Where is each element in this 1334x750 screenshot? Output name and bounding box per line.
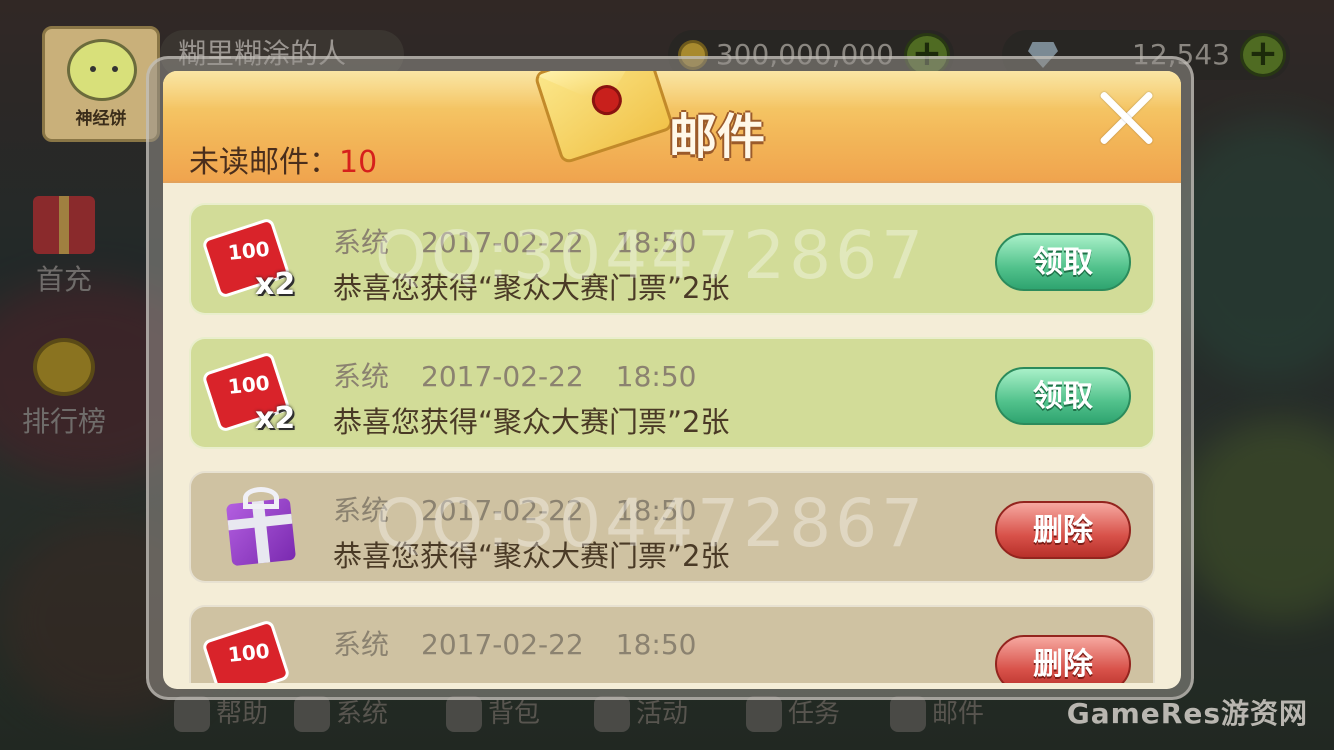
mail-item[interactable]: 100 系统 2017-02-22 18:50 删除 (189, 605, 1155, 683)
ticket-icon: 100 x2 (201, 351, 313, 437)
mail-content: 恭喜您获得“聚众大赛门票”2张 (333, 539, 730, 573)
ticket-icon: 100 (201, 619, 313, 683)
mail-time: 18:50 (615, 226, 697, 259)
mail-sender: 系统 (333, 628, 390, 661)
ticket-icon: 100 x2 (201, 217, 313, 303)
mail-list[interactable]: 100 x2 系统 2017-02-22 18:50 恭喜您获得“聚众大赛门票”2张… (189, 203, 1155, 683)
delete-button[interactable]: 删除 (995, 635, 1131, 683)
first-recharge-label: 首充 (35, 263, 92, 296)
ticket-multiplier: x2 (255, 401, 296, 436)
mail-sender: 系统 (333, 494, 390, 527)
ticket-multiplier: x2 (255, 267, 296, 302)
dialog-title: 邮件 (669, 109, 766, 165)
bag-icon (446, 696, 482, 732)
mail-time: 18:50 (615, 494, 697, 527)
mail-meta: 系统 2017-02-22 18:50 (333, 355, 728, 395)
mail-time: 18:50 (615, 628, 697, 661)
task-icon (746, 696, 782, 732)
envelope-icon (533, 71, 675, 165)
help-icon (174, 696, 210, 732)
mail-item[interactable]: 100 x2 系统 2017-02-22 18:50 恭喜您获得“聚众大赛门票”2张… (189, 203, 1155, 315)
mail-date: 2017-02-22 (421, 628, 584, 661)
mail-dialog: 未读邮件：10 邮件 100 x2 系统 2017-02-22 18:50 恭喜您获… (146, 56, 1194, 700)
gear-icon (294, 696, 330, 732)
player-avatar[interactable]: 神经饼 (42, 26, 160, 142)
medal-icon (33, 338, 95, 396)
claim-button[interactable]: 领取 (995, 367, 1131, 425)
leaderboard-button[interactable]: 排行榜 (14, 338, 114, 440)
unread-label: 未读邮件： (189, 145, 339, 180)
ticket-badge: 100 (226, 236, 271, 265)
mail-icon (890, 696, 926, 732)
mail-date: 2017-02-22 (421, 226, 584, 259)
mail-content: 恭喜您获得“聚众大赛门票”2张 (333, 271, 730, 305)
gift-icon (33, 196, 95, 254)
close-icon[interactable] (1095, 87, 1157, 149)
mail-sender: 系统 (333, 360, 390, 393)
wax-seal-icon (587, 81, 626, 119)
ticket-badge: 100 (226, 370, 271, 399)
first-recharge-button[interactable]: 首充 (14, 196, 114, 298)
mail-meta: 系统 2017-02-22 18:50 (333, 221, 728, 261)
avatar-face-icon (67, 39, 137, 101)
mail-date: 2017-02-22 (421, 360, 584, 393)
leaderboard-label: 排行榜 (21, 405, 106, 438)
mail-date: 2017-02-22 (421, 494, 584, 527)
ticket-badge: 100 (226, 638, 271, 667)
mail-meta: 系统 2017-02-22 18:50 (333, 623, 728, 663)
mail-sender: 系统 (333, 226, 390, 259)
unread-count: 10 (339, 145, 378, 180)
mail-time: 18:50 (615, 360, 697, 393)
gift-box-icon (203, 487, 313, 571)
activity-icon (594, 696, 630, 732)
mail-item[interactable]: 系统 2017-02-22 18:50 恭喜您获得“聚众大赛门票”2张 删除 (189, 471, 1155, 583)
mail-dialog-header: 未读邮件：10 邮件 (163, 71, 1181, 183)
mail-dialog-panel: 未读邮件：10 邮件 100 x2 系统 2017-02-22 18:50 恭喜您获… (163, 71, 1181, 689)
unread-mail-counter: 未读邮件：10 (189, 137, 377, 181)
mail-content: 恭喜您获得“聚众大赛门票”2张 (333, 405, 730, 439)
mail-meta: 系统 2017-02-22 18:50 (333, 489, 728, 529)
delete-button[interactable]: 删除 (995, 501, 1131, 559)
claim-button[interactable]: 领取 (995, 233, 1131, 291)
avatar-tag: 神经饼 (75, 109, 127, 129)
mail-item[interactable]: 100 x2 系统 2017-02-22 18:50 恭喜您获得“聚众大赛门票”2张… (189, 337, 1155, 449)
add-diamond-button[interactable]: + (1240, 33, 1286, 77)
